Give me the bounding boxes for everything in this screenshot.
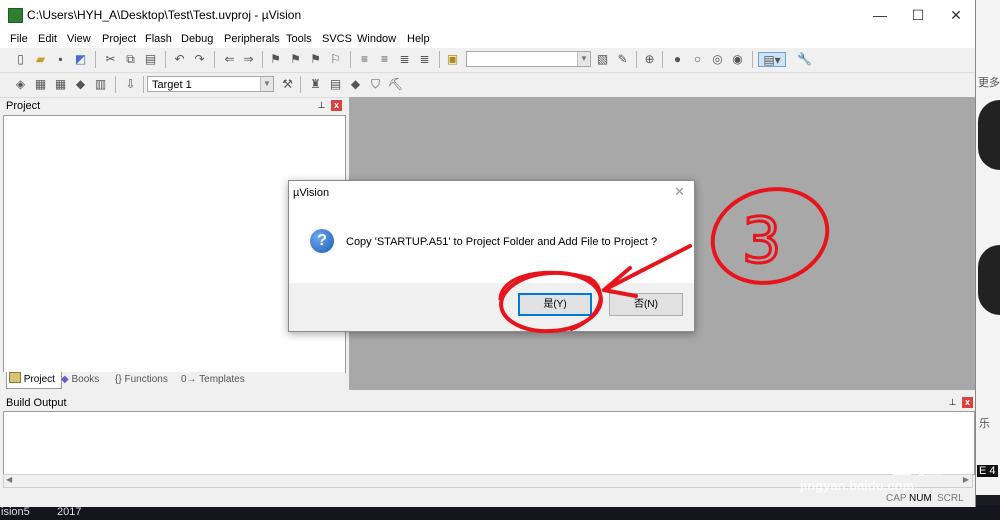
baidu-watermark-url: jingyan.baidu.com <box>800 478 915 493</box>
baidu-watermark-logo: Bai du 经验 <box>768 447 947 480</box>
annotation-arrow-shaft <box>602 244 692 292</box>
annotation-number: 3 <box>742 204 781 277</box>
